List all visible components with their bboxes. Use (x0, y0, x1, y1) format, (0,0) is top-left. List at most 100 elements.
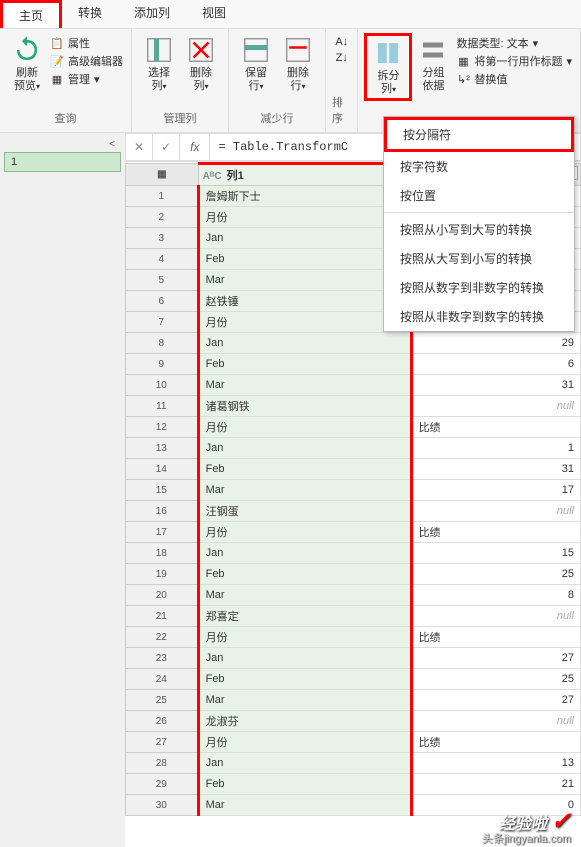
table-row[interactable]: 13Jan1 (126, 438, 581, 459)
manage-button[interactable]: ▦管理▾ (50, 71, 123, 87)
cell-col1[interactable]: Jan (198, 753, 411, 774)
cell-col1[interactable]: Mar (198, 480, 411, 501)
row-number[interactable]: 23 (126, 648, 199, 669)
row-number[interactable]: 17 (126, 522, 199, 543)
row-number[interactable]: 21 (126, 606, 199, 627)
row-number[interactable]: 24 (126, 669, 199, 690)
row-number[interactable]: 3 (126, 228, 199, 249)
cell-col1[interactable]: 诸葛钢铁 (198, 396, 411, 417)
row-number[interactable]: 15 (126, 480, 199, 501)
row-number[interactable]: 20 (126, 585, 199, 606)
cell-col2[interactable]: 17 (411, 480, 580, 501)
column-header-1[interactable]: AᴮC 列1 ▾ (198, 164, 411, 186)
cell-col2[interactable]: 比绩 (411, 417, 580, 438)
cell-col1[interactable]: Mar (198, 690, 411, 711)
row-number[interactable]: 1 (126, 186, 199, 207)
refresh-preview-button[interactable]: 刷新 预览▾ (6, 33, 48, 95)
table-row[interactable]: 8Jan29 (126, 333, 581, 354)
query-item[interactable]: 1 (4, 152, 121, 172)
dd-by-chars[interactable]: 按字符数 (384, 152, 574, 181)
table-row[interactable]: 23Jan27 (126, 648, 581, 669)
row-number[interactable]: 10 (126, 375, 199, 396)
table-row[interactable]: 25Mar27 (126, 690, 581, 711)
formula-commit[interactable]: ✓ (153, 134, 180, 160)
formula-text[interactable]: = Table.TransformC (210, 140, 356, 154)
cell-col2[interactable]: 29 (411, 333, 580, 354)
table-row[interactable]: 18Jan15 (126, 543, 581, 564)
row-number[interactable]: 22 (126, 627, 199, 648)
cell-col2[interactable]: 31 (411, 459, 580, 480)
row-number[interactable]: 8 (126, 333, 199, 354)
table-row[interactable]: 29Feb21 (126, 774, 581, 795)
table-row[interactable]: 17月份比绩 (126, 522, 581, 543)
cell-col2[interactable]: 比绩 (411, 732, 580, 753)
tab-add-column[interactable]: 添加列 (118, 0, 186, 28)
cell-col2[interactable]: 21 (411, 774, 580, 795)
cell-col2[interactable]: 15 (411, 543, 580, 564)
cell-col2[interactable]: 比绩 (411, 522, 580, 543)
tab-view[interactable]: 视图 (186, 0, 242, 28)
cell-col1[interactable]: Jan (198, 543, 411, 564)
row-number[interactable]: 16 (126, 501, 199, 522)
row-number[interactable]: 28 (126, 753, 199, 774)
row-number[interactable]: 26 (126, 711, 199, 732)
tab-transform[interactable]: 转换 (62, 0, 118, 28)
first-row-headers-button[interactable]: ▦将第一行用作标题▾ (456, 53, 572, 69)
row-number[interactable]: 25 (126, 690, 199, 711)
cell-col1[interactable]: Feb (198, 249, 411, 270)
sort-desc-button[interactable]: Z↓ (335, 51, 349, 65)
dd-upper-to-lower[interactable]: 按照从大写到小写的转换 (384, 244, 574, 273)
cell-col1[interactable]: Jan (198, 228, 411, 249)
formula-cancel[interactable]: ✕ (126, 134, 153, 160)
table-row[interactable]: 10Mar31 (126, 375, 581, 396)
keep-rows-button[interactable]: 保留 行▾ (235, 33, 277, 95)
table-row[interactable]: 14Feb31 (126, 459, 581, 480)
row-number[interactable]: 30 (126, 795, 199, 816)
table-row[interactable]: 16汪钢蛋null (126, 501, 581, 522)
cell-col1[interactable]: Mar (198, 270, 411, 291)
table-row[interactable]: 24Feb25 (126, 669, 581, 690)
cell-col1[interactable]: Jan (198, 648, 411, 669)
cell-col1[interactable]: Mar (198, 795, 411, 816)
dd-by-position[interactable]: 按位置 (384, 181, 574, 210)
cell-col2[interactable]: 25 (411, 564, 580, 585)
row-number[interactable]: 4 (126, 249, 199, 270)
select-columns-button[interactable]: 选择 列▾ (138, 33, 180, 95)
cell-col2[interactable]: 6 (411, 354, 580, 375)
cell-col1[interactable]: 月份 (198, 522, 411, 543)
table-row[interactable]: 9Feb6 (126, 354, 581, 375)
cell-col1[interactable]: Feb (198, 774, 411, 795)
table-row[interactable]: 21郑喜定null (126, 606, 581, 627)
cell-col2[interactable]: 1 (411, 438, 580, 459)
row-number[interactable]: 2 (126, 207, 199, 228)
table-row[interactable]: 26龙淑芬null (126, 711, 581, 732)
row-number[interactable]: 18 (126, 543, 199, 564)
table-row[interactable]: 20Mar8 (126, 585, 581, 606)
row-number[interactable]: 14 (126, 459, 199, 480)
table-row[interactable]: 28Jan13 (126, 753, 581, 774)
cell-col1[interactable]: 詹姆斯下士 (198, 186, 411, 207)
cell-col1[interactable]: 月份 (198, 627, 411, 648)
remove-rows-button[interactable]: 删除 行▾ (277, 33, 319, 95)
table-row[interactable]: 19Feb25 (126, 564, 581, 585)
table-row[interactable]: 27月份比绩 (126, 732, 581, 753)
table-row[interactable]: 12月份比绩 (126, 417, 581, 438)
dd-lower-to-upper[interactable]: 按照从小写到大写的转换 (384, 215, 574, 244)
cell-col1[interactable]: 月份 (198, 732, 411, 753)
dd-by-delimiter[interactable]: 按分隔符 (384, 117, 574, 152)
cell-col2[interactable]: 31 (411, 375, 580, 396)
cell-col2[interactable]: 25 (411, 669, 580, 690)
grid-corner[interactable]: ▦ (126, 164, 199, 186)
advanced-editor-button[interactable]: 📝高级编辑器 (50, 53, 123, 69)
cell-col1[interactable]: Feb (198, 354, 411, 375)
row-number[interactable]: 19 (126, 564, 199, 585)
table-row[interactable]: 22月份比绩 (126, 627, 581, 648)
dd-num-to-nonnum[interactable]: 按照从数字到非数字的转换 (384, 273, 574, 302)
cell-col1[interactable]: 月份 (198, 207, 411, 228)
dd-nonnum-to-num[interactable]: 按照从非数字到数字的转换 (384, 302, 574, 331)
row-number[interactable]: 27 (126, 732, 199, 753)
cell-col2[interactable]: 27 (411, 648, 580, 669)
cell-col1[interactable]: Feb (198, 564, 411, 585)
row-number[interactable]: 13 (126, 438, 199, 459)
row-number[interactable]: 29 (126, 774, 199, 795)
